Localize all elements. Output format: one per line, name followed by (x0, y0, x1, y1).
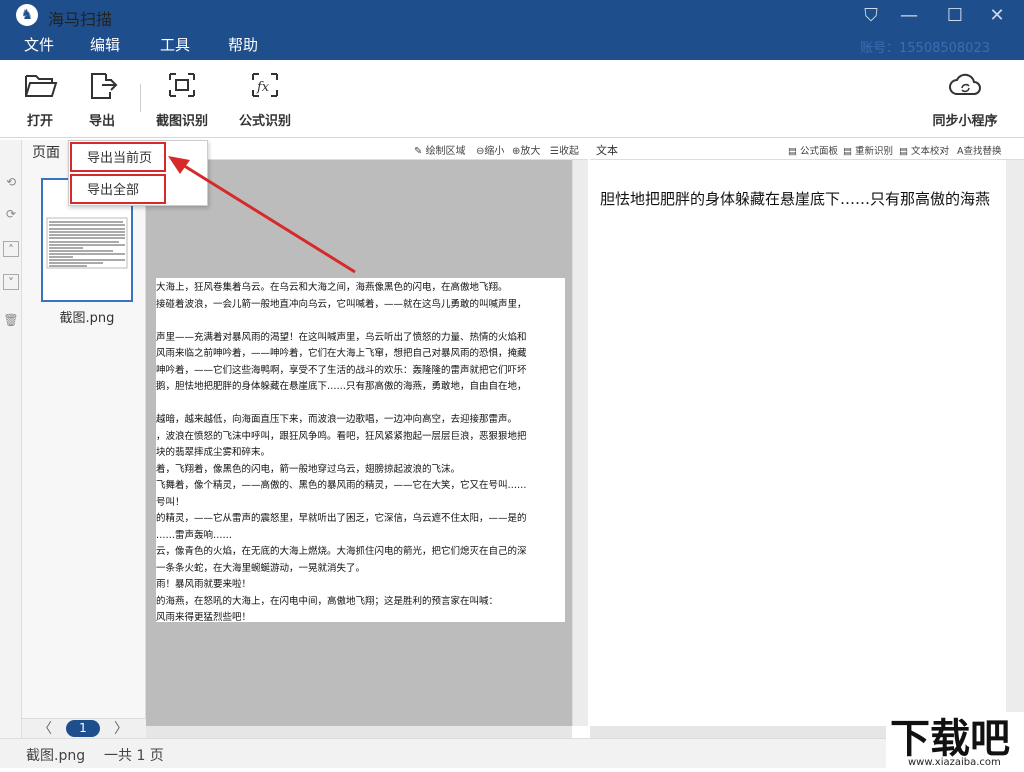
pages-title: 页面 (32, 145, 60, 161)
close-button[interactable]: ✕ (982, 2, 1012, 30)
formula-ocr-label: 公式识别 (238, 114, 291, 129)
sync-miniprogram-button[interactable]: 同步小程序 (928, 66, 1002, 132)
cloud-sync-icon (949, 73, 981, 95)
text-editor[interactable] (590, 160, 1006, 726)
document-image: 大海上，狂风卷集着乌云。在乌云和大海之间，海燕像黑色的闪电，在高傲地飞翔。接碰着… (156, 278, 565, 622)
re-recognize-label: 重新识别 (855, 146, 894, 157)
screenshot-ocr-button[interactable]: 截图识别 (154, 66, 210, 132)
document-line: 飞舞着，像个精灵，——高傲的、黑色的暴风雨的精灵，——它在大笑，它又在号叫…… (156, 480, 527, 491)
toolbar-divider (140, 84, 141, 112)
trash-icon[interactable]: 🗑 (3, 312, 19, 328)
text-vertical-scrollbar[interactable] (1006, 160, 1024, 726)
formula-ocr-button[interactable]: fx 公式识别 (236, 66, 294, 132)
document-line: 大海上，狂风卷集着乌云。在乌云和大海之间，海燕像黑色的闪电，在高傲地飞翔。 (156, 282, 508, 293)
image-vertical-scrollbar[interactable] (572, 160, 588, 726)
rotate-right-icon[interactable]: ⟳ (3, 206, 19, 222)
collapse-tool[interactable]: ☰收起 (550, 142, 579, 157)
draw-region-label: 绘制区域 (425, 146, 466, 157)
proofread-tool[interactable]: ▤ 文本校对 (899, 143, 949, 157)
collapse-label: 收起 (558, 146, 579, 157)
document-line: 号叫！ (156, 496, 185, 508)
export-all-pages[interactable]: 导出全部 (70, 174, 166, 204)
page-number-badge: 1 (66, 720, 100, 737)
export-label: 导出 (88, 114, 115, 129)
menu-help[interactable]: 帮助 (228, 34, 258, 55)
text-panel-title: 文本 (596, 144, 618, 157)
formula-icon: fx (252, 73, 278, 97)
thumbnail-filename: 截图.png (59, 311, 115, 326)
export-button[interactable]: 导出 (82, 66, 122, 132)
open-label: 打开 (26, 114, 53, 129)
image-horizontal-scrollbar[interactable] (146, 726, 572, 738)
export-icon (91, 73, 118, 99)
svg-text:fx: fx (256, 80, 270, 95)
document-line: 越暗，越来越低，向海面直压下来，而波浪一边歌唱，一边冲向高空，去迎接那雷声。 (156, 414, 518, 425)
draw-region-tool[interactable]: ✎ 绘制区域 (414, 142, 466, 157)
menu-tools[interactable]: 工具 (160, 34, 190, 55)
menu-edit[interactable]: 编辑 (90, 34, 120, 55)
document-line: 云，像青色的火焰，在无底的大海上燃烧。大海抓住闪电的箭光，把它们熄灭在自己的深 (156, 546, 527, 557)
zoom-in-tool[interactable]: ⊕放大 (512, 142, 540, 157)
zoom-in-label: 放大 (520, 146, 541, 157)
document-line: 风雨来得更猛烈些吧！ (156, 612, 252, 622)
svg-text:下载吧: 下载吧 (890, 716, 1010, 762)
menu-file[interactable]: 文件 (24, 34, 54, 55)
next-page-icon[interactable]: 〉 (114, 718, 128, 738)
document-line: 呻吟着，——它们这些海鸭啊，享受不了生活的战斗的欢乐：轰隆隆的雷声就把它们吓坏 (156, 364, 527, 376)
move-up-icon[interactable]: ˄ (3, 241, 19, 257)
zoom-out-label: 缩小 (484, 146, 505, 157)
screenshot-ocr-label: 截图识别 (155, 114, 208, 129)
open-button[interactable]: 打开 (20, 66, 60, 132)
folder-open-icon (25, 75, 58, 97)
document-line: 块的翡翠摔成尘雾和碎末。 (156, 447, 271, 458)
document-line: 着，飞翔着，像黑色的闪电，箭一般地穿过乌云，翅膀掠起波浪的飞沫。 (156, 463, 461, 475)
find-replace-label: 查找替换 (963, 146, 1002, 157)
document-line: 雨！暴风雨就要来啦！ (156, 579, 252, 590)
document-line: 接碰着波浪，一会儿箭一般地直冲向乌云，它叫喊着，——就在这鸟儿勇敢的叫喊声里， (156, 298, 527, 310)
find-replace-tool[interactable]: A查找替换 (957, 143, 1002, 157)
zoom-out-tool[interactable]: ⊖缩小 (476, 142, 504, 157)
formula-panel-tool[interactable]: ▤ 公式面板 (788, 143, 838, 157)
document-line: 的精灵，——它从雷声的震怒里，早就听出了困乏，它深信，乌云遮不住太阳，——是的 (156, 513, 527, 524)
status-filename: 截图.png (26, 748, 86, 764)
document-line: 一条条火蛇，在大海里蜿蜒游动，一晃就消失了。 (156, 562, 366, 574)
app-title: 海马扫描 (48, 10, 113, 29)
watermark-logo: 下载吧 www.xiazaiba.com (886, 712, 1024, 768)
left-tool-strip (0, 140, 22, 738)
account-label: 账号：15508508023 (860, 41, 990, 56)
minimize-button[interactable]: — (894, 2, 924, 30)
document-line: 的海燕，在怒吼的大海上，在闪电中间，高傲地飞翔；这是胜利的预言家在叫喊： (156, 595, 499, 607)
sync-label: 同步小程序 (932, 114, 998, 129)
prev-page-icon[interactable]: 〈 (38, 718, 52, 738)
annotation-arrow (168, 156, 356, 274)
recognized-text[interactable]: 胆怯地把肥胖的身体躲藏在悬崖底下……只有那高傲的海燕 (600, 188, 1004, 209)
status-page-count: 一共 1 页 (104, 748, 164, 764)
move-down-icon[interactable]: ˅ (3, 274, 19, 290)
document-line: 鹅，胆怯地把肥胖的身体躲藏在悬崖底下……只有那高傲的海燕，勇敢地，自由自在地， (156, 381, 527, 392)
document-text-lines: 大海上，狂风卷集着乌云。在乌云和大海之间，海燕像黑色的闪电，在高傲地飞翔。接碰着… (156, 278, 565, 622)
rotate-left-icon[interactable]: ⟲ (3, 174, 19, 190)
svg-text:www.xiazaiba.com: www.xiazaiba.com (908, 757, 1001, 768)
skin-icon[interactable]: ⛉ (856, 2, 886, 30)
formula-panel-label: 公式面板 (800, 146, 839, 157)
export-current-page[interactable]: 导出当前页 (70, 142, 166, 172)
app-logo-icon: ♞ (16, 4, 38, 26)
re-recognize-tool[interactable]: ▤ 重新识别 (843, 143, 893, 157)
document-line: ，波浪在愤怒的飞沫中呼叫，跟狂风争鸣。看吧，狂风紧紧抱起一层层巨浪，恶狠狠地把 (156, 430, 527, 442)
document-line: 声里——充满着对暴风雨的渴望！在这叫喊声里，乌云听出了愤怒的力量、热情的火焰和 (156, 331, 527, 343)
proofread-label: 文本校对 (911, 146, 950, 157)
crop-scan-icon (169, 73, 195, 97)
maximize-button[interactable]: ☐ (940, 2, 970, 30)
document-line: 风雨来临之前呻吟着，——呻吟着，它们在大海上飞窜，想把自己对暴风雨的恐惧，掩藏 (156, 348, 527, 359)
document-line: ……雷声轰响…… (156, 529, 233, 541)
